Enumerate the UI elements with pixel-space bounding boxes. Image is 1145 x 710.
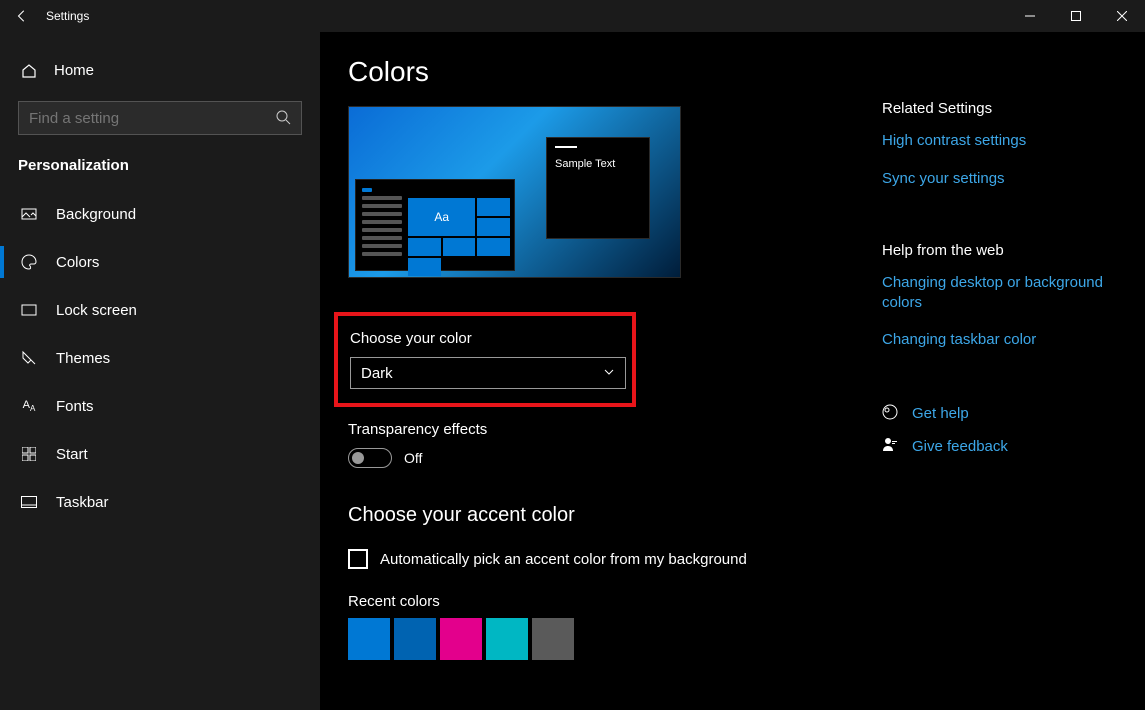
window-title: Settings xyxy=(44,9,89,23)
related-heading: Related Settings xyxy=(882,100,1142,117)
sidebar-item-fonts[interactable]: AA Fonts xyxy=(0,382,320,430)
sidebar-item-start[interactable]: Start xyxy=(0,430,320,478)
color-swatch[interactable] xyxy=(486,618,528,660)
section-label: Personalization xyxy=(0,157,320,190)
link-bg-colors[interactable]: Changing desktop or background colors xyxy=(882,273,1142,312)
sidebar-item-lockscreen[interactable]: Lock screen xyxy=(0,286,320,334)
sidebar-item-label: Taskbar xyxy=(56,494,109,511)
search-icon xyxy=(275,109,291,128)
home-label: Home xyxy=(54,62,94,79)
titlebar: Settings xyxy=(0,0,1145,32)
palette-icon xyxy=(20,254,38,270)
picture-icon xyxy=(20,206,38,222)
home-icon xyxy=(20,63,38,79)
auto-pick-label: Automatically pick an accent color from … xyxy=(380,551,747,568)
sidebar-item-colors[interactable]: Colors xyxy=(0,238,320,286)
feedback-icon xyxy=(882,437,898,456)
help-icon xyxy=(882,404,898,423)
feedback-link[interactable]: Give feedback xyxy=(912,437,1008,457)
dropdown-value: Dark xyxy=(361,365,393,382)
sample-window: Sample Text xyxy=(546,137,650,239)
sidebar: Home Personalization Background Colors xyxy=(0,32,320,710)
color-swatch[interactable] xyxy=(440,618,482,660)
sidebar-item-label: Lock screen xyxy=(56,302,137,319)
taskbar-icon xyxy=(20,496,38,508)
close-button[interactable] xyxy=(1099,0,1145,32)
recent-colors-label: Recent colors xyxy=(348,593,838,610)
chevron-down-icon xyxy=(603,365,615,382)
right-column: Related Settings High contrast settings … xyxy=(882,56,1142,710)
get-help-link[interactable]: Get help xyxy=(912,404,969,424)
highlight-annotation: Choose your color Dark xyxy=(334,312,636,407)
sidebar-item-label: Start xyxy=(56,446,88,463)
help-heading: Help from the web xyxy=(882,242,1142,259)
sidebar-item-label: Colors xyxy=(56,254,99,271)
link-sync[interactable]: Sync your settings xyxy=(882,169,1142,189)
link-high-contrast[interactable]: High contrast settings xyxy=(882,131,1142,151)
sample-text: Sample Text xyxy=(555,158,641,170)
back-button[interactable] xyxy=(0,0,44,32)
page-title: Colors xyxy=(348,56,838,88)
sidebar-item-background[interactable]: Background xyxy=(0,190,320,238)
sidebar-item-taskbar[interactable]: Taskbar xyxy=(0,478,320,526)
maximize-button[interactable] xyxy=(1053,0,1099,32)
fonts-icon: AA xyxy=(20,399,38,413)
sidebar-item-themes[interactable]: Themes xyxy=(0,334,320,382)
recent-colors xyxy=(348,618,838,660)
link-taskbar-color[interactable]: Changing taskbar color xyxy=(882,330,1142,350)
transparency-toggle[interactable] xyxy=(348,448,392,468)
color-mode-dropdown[interactable]: Dark xyxy=(350,357,626,389)
auto-pick-row[interactable]: Automatically pick an accent color from … xyxy=(348,549,838,569)
color-preview: Aa Sample Text xyxy=(348,106,681,278)
preview-aa: Aa xyxy=(408,198,475,236)
sidebar-item-label: Fonts xyxy=(56,398,94,415)
search-box[interactable] xyxy=(18,101,302,135)
home-nav[interactable]: Home xyxy=(0,52,320,89)
color-swatch[interactable] xyxy=(532,618,574,660)
auto-pick-checkbox[interactable] xyxy=(348,549,368,569)
lock-icon xyxy=(20,302,38,318)
transparency-label: Transparency effects xyxy=(348,421,838,438)
feedback-row[interactable]: Give feedback xyxy=(882,437,1142,457)
toggle-state: Off xyxy=(404,450,422,466)
sidebar-item-label: Background xyxy=(56,206,136,223)
minimize-button[interactable] xyxy=(1007,0,1053,32)
sidebar-item-label: Themes xyxy=(56,350,110,367)
color-swatch[interactable] xyxy=(394,618,436,660)
choose-color-label: Choose your color xyxy=(350,330,620,347)
theme-icon xyxy=(20,350,38,366)
color-swatch[interactable] xyxy=(348,618,390,660)
get-help-row[interactable]: Get help xyxy=(882,404,1142,424)
search-input[interactable] xyxy=(29,110,275,127)
start-icon xyxy=(20,447,38,461)
taskbar-preview: Aa xyxy=(355,179,515,271)
accent-heading: Choose your accent color xyxy=(348,504,838,527)
